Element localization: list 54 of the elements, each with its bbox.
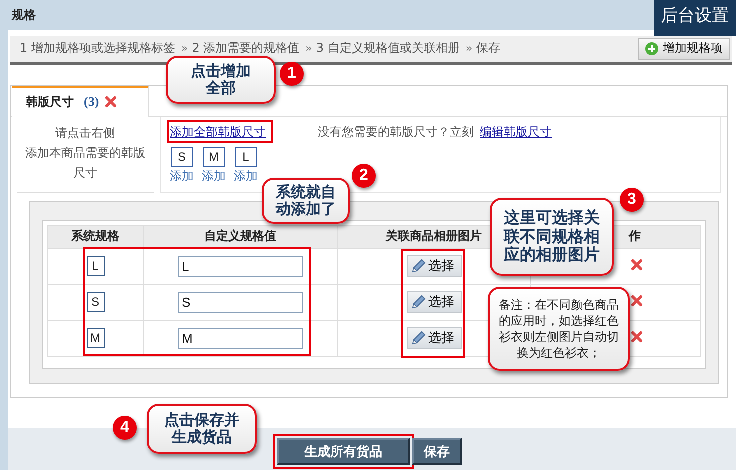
column-header: 系统规格 [48, 225, 144, 248]
size-tag: L [86, 256, 104, 276]
step-number-badge: 3 [620, 188, 644, 212]
spec-value-field[interactable]: S [178, 292, 303, 313]
add-link[interactable]: 添加 [170, 168, 194, 185]
size-option[interactable]: S [171, 146, 193, 167]
spec-value-field[interactable]: M [178, 328, 303, 349]
add-link[interactable]: 添加 [202, 168, 226, 185]
size-tag: M [86, 328, 104, 348]
tab-label: 韩版尺寸 [26, 94, 74, 111]
pencil-icon [410, 330, 426, 346]
hint-text: 请点击右侧 [56, 124, 116, 142]
delete-icon [631, 258, 643, 271]
add-all-link[interactable]: 添加全部韩版尺寸 [170, 124, 266, 141]
select-button[interactable]: 选择 [406, 291, 462, 314]
save-button[interactable]: 保存 [412, 438, 462, 466]
step-separator: » [181, 42, 188, 56]
step-callout: 这里可选择关联不同规格相应的相册图片 [490, 198, 614, 276]
add-link[interactable]: 添加 [234, 168, 258, 185]
missing-text: 没有您需要的韩版尺寸？立刻 [318, 124, 474, 141]
delete-icon [631, 294, 643, 307]
step-separator: » [306, 42, 312, 56]
select-button[interactable]: 选择 [406, 327, 462, 350]
size-option[interactable]: M [203, 146, 225, 167]
hint-text: 添加本商品需要的韩版 [26, 144, 146, 162]
tab-count: (3) [84, 94, 100, 110]
edit-link[interactable]: 编辑韩版尺寸 [480, 124, 552, 141]
step-number-badge: 2 [352, 164, 376, 188]
delete-icon [631, 330, 643, 343]
step-label: 1 增加规格项或选择规格标签 [20, 40, 176, 58]
step-callout: 系统就自动添加了 [262, 178, 350, 224]
add-spec-button[interactable]: 增加规格项 [638, 38, 730, 60]
step-label: 3 自定义规格值或关联相册 [316, 40, 460, 58]
step-callout: 点击保存并生成货品 [147, 404, 257, 454]
size-tag: S [86, 292, 104, 312]
delete-icon [105, 96, 118, 108]
step-label: 2 添加需要的规格值 [192, 40, 300, 58]
step-label: 保存 [476, 40, 501, 58]
step-number-badge: 4 [113, 416, 137, 440]
spec-tab[interactable]: 韩版尺寸 (3) [12, 86, 149, 117]
select-button[interactable]: 选择 [406, 255, 462, 278]
spec-value-field[interactable]: L [178, 256, 303, 277]
settings-label: 后台设置 [654, 0, 736, 36]
page-title: 规格 [10, 7, 36, 24]
note-callout: 备注：在不同颜色商品的应用时，如选择红色衫衣则左侧图片自动切换为红色衫衣； [488, 287, 630, 371]
step-number-badge: 1 [280, 62, 304, 86]
add-icon [645, 42, 659, 56]
size-option[interactable]: L [235, 146, 257, 167]
column-header: 自定义规格值 [144, 225, 338, 248]
pencil-icon [410, 258, 426, 274]
pencil-icon [410, 294, 426, 310]
hint-text: 尺寸 [74, 164, 98, 182]
step-separator: » [466, 42, 473, 56]
step-callout: 点击增加全部 [166, 56, 276, 104]
